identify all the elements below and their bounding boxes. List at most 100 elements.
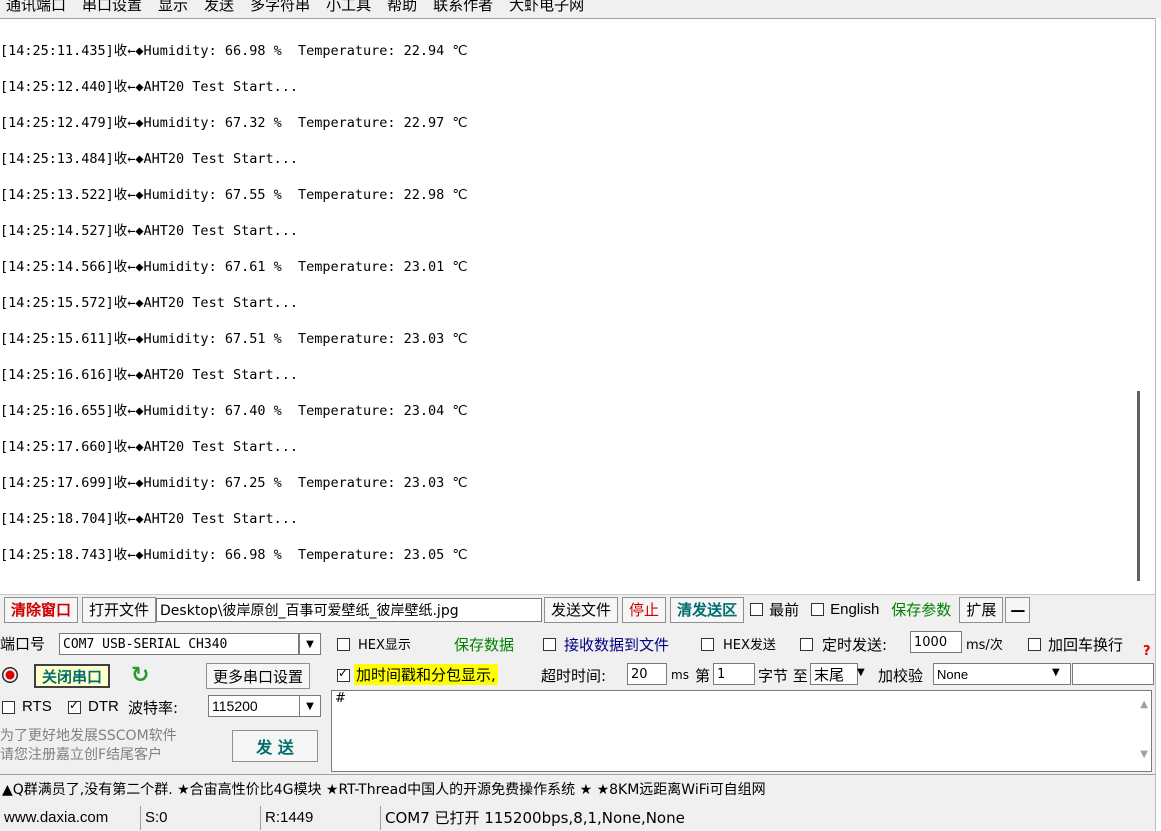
status-website[interactable]: www.daxia.com [0,805,141,830]
clear-send-button[interactable]: 清发送区 [670,596,745,623]
menu-item[interactable]: 通讯端口 [0,0,76,15]
receive-line: [14:25:15.572]收←◆AHT20 Test Start... [0,295,298,311]
receive-line: [14:25:15.611]收←◆Humidity: 67.51 % Tempe… [0,331,468,347]
hex-send-label: HEX发送 [723,638,776,653]
receive-line: [14:25:11.435]收←◆Humidity: 66.98 % Tempe… [0,43,468,59]
receive-line: [14:25:16.616]收←◆AHT20 Test Start... [0,367,298,383]
chevron-down-icon[interactable]: ▼ [1052,667,1060,678]
menu-item[interactable]: 多字符串 [244,0,320,15]
receive-line: [14:25:12.479]收←◆Humidity: 67.32 % Tempe… [0,115,468,131]
dtr-label: DTR [88,698,119,715]
menu-item[interactable]: 小工具 [320,0,381,15]
english-checkbox[interactable] [811,603,825,616]
ticker-text[interactable]: ▲Q群满员了,没有第二个群. ★合宙高性价比4G模块 ★RT-Thread中国人… [2,779,766,799]
send-button[interactable]: 发 送 [232,730,318,762]
port-status-indicator-icon [2,667,18,683]
save-params-button[interactable]: 保存参数 [885,597,957,623]
promo-line-2: 请您注册嘉立创F结尾客户 [0,747,163,763]
receive-area[interactable]: [14:25:11.435]收←◆Humidity: 66.98 % Tempe… [0,18,1155,594]
interval-input[interactable]: 1000 [910,631,962,653]
timeout-unit: ms [671,668,689,682]
receive-line: [14:25:14.527]收←◆AHT20 Test Start... [0,223,298,239]
receive-line: [14:25:17.699]收←◆Humidity: 67.25 % Tempe… [0,475,468,491]
checksum-select[interactable]: None [933,663,1071,685]
promo-row: 为了更好地发展SSCOM软件 请您注册嘉立创F结尾客户 发 送 [0,722,330,772]
more-settings-button[interactable]: 更多串口设置 [206,663,311,689]
receive-line: [14:25:12.440]收←◆AHT20 Test Start... [0,79,298,95]
receive-line: [14:25:17.660]收←◆AHT20 Test Start... [0,439,298,455]
recv-to-file-label: 接收数据到文件 [564,636,670,654]
send-text: # [335,691,346,706]
file-path-input[interactable]: Desktop\彼岸原创_百事可爱壁纸_彼岸壁纸.jpg [156,597,543,622]
status-port-info: COM7 已打开 115200bps,8,1,None,None [385,809,685,827]
receive-line: [14:25:16.655]收←◆Humidity: 67.40 % Tempe… [0,403,468,419]
byte-index-input[interactable]: 1 [713,663,755,685]
menu-item[interactable]: 串口设置 [76,0,152,15]
port-select[interactable]: COM7 USB-SERIAL CH340 [59,633,299,655]
port-label: 端口号 [0,635,46,653]
scroll-up-icon[interactable]: ▲ [1140,699,1148,710]
extra-input[interactable] [1072,663,1154,685]
hex-display-label: HEX显示 [358,638,411,653]
promo-line-1: 为了更好地发展SSCOM软件 [0,728,177,744]
stop-button[interactable]: 停止 [622,596,667,623]
clear-window-button[interactable]: 清除窗口 [4,596,79,623]
timestamp-checkbox[interactable] [337,666,350,682]
checksum-label: 加校验 [878,667,924,685]
receive-line: [14:25:18.743]收←◆Humidity: 66.98 % Tempe… [0,547,468,563]
timeout-input[interactable]: 20 [627,663,667,685]
baud-label: 波特率: [128,699,179,717]
chevron-down-icon[interactable]: ▼ [299,695,321,717]
topmost-label: 最前 [769,601,800,619]
close-port-button[interactable]: 关闭串口 [34,664,111,688]
control-row: 关闭串口 ↻ 更多串口设置 加时间戳和分包显示, 超时时间: 20 ms 第 1… [0,660,1155,692]
rts-checkbox[interactable] [2,701,15,714]
send-file-button[interactable]: 发送文件 [544,596,619,623]
byte-to-label: 字节 至 [758,667,808,685]
rts-label: RTS [22,698,52,715]
byte-prefix: 第 [695,667,711,685]
add-crlf-checkbox[interactable] [1028,638,1041,651]
byte-end-select[interactable]: 末尾 [810,663,858,685]
menu-item[interactable]: 大虾电子网 [503,0,594,15]
timed-send-label: 定时发送: [822,636,888,654]
collapse-button[interactable]: — [1005,596,1031,623]
help-question-icon[interactable]: ? [1143,644,1151,659]
window-edge [1155,18,1161,831]
receive-line: [14:25:13.522]收←◆Humidity: 67.55 % Tempe… [0,187,468,203]
toolbar: 清除窗口 打开文件 Desktop\彼岸原创_百事可爱壁纸_彼岸壁纸.jpg 发… [0,594,1155,624]
port-row: 端口号 COM7 USB-SERIAL CH340 ▼ HEX显示 保存数据 接… [0,628,1155,660]
timed-send-checkbox[interactable] [800,638,813,651]
hex-send-checkbox[interactable] [701,638,714,651]
menu-item[interactable]: 联系作者 [427,0,503,15]
save-data-button[interactable]: 保存数据 [448,631,520,657]
add-crlf-label: 加回车换行 [1048,636,1124,654]
refresh-icon[interactable]: ↻ [131,663,149,688]
topmost-checkbox[interactable] [750,603,764,616]
open-file-button[interactable]: 打开文件 [82,596,157,623]
baud-select[interactable]: 115200 [208,695,300,717]
timestamp-label: 加时间戳和分包显示, [354,664,498,685]
menu-item[interactable]: 显示 [152,0,198,15]
ticker-bar: ▲Q群满员了,没有第二个群. ★合宙高性价比4G模块 ★RT-Thread中国人… [0,774,1155,802]
menubar: 通讯端口 串口设置 显示 发送 多字符串 小工具 帮助 联系作者 大虾电子网 [0,0,1161,16]
receive-scrollbar[interactable] [1137,391,1140,581]
receive-line: [14:25:18.704]收←◆AHT20 Test Start... [0,511,298,527]
dtr-checkbox[interactable] [68,698,81,714]
status-sent-count: S:0 [141,805,261,830]
menu-item[interactable]: 帮助 [381,0,427,15]
chevron-down-icon[interactable]: ▼ [857,667,865,678]
expand-button[interactable]: 扩展 [959,596,1004,623]
status-bar: www.daxia.com S:0 R:1449 COM7 已打开 115200… [0,804,1155,831]
menu-item[interactable]: 发送 [198,0,244,15]
hex-display-checkbox[interactable] [337,638,350,651]
send-textarea[interactable]: # ▲ ▼ [331,690,1152,772]
receive-line: [14:25:13.484]收←◆AHT20 Test Start... [0,151,298,167]
chevron-down-icon[interactable]: ▼ [299,633,321,655]
timeout-label: 超时时间: [541,667,607,685]
recv-to-file-checkbox[interactable] [543,638,556,651]
status-received-count: R:1449 [261,805,381,830]
interval-unit: ms/次 [966,638,1003,653]
scroll-down-icon[interactable]: ▼ [1140,749,1148,760]
baud-row: RTS DTR 波特率: 115200 ▼ [0,692,330,722]
